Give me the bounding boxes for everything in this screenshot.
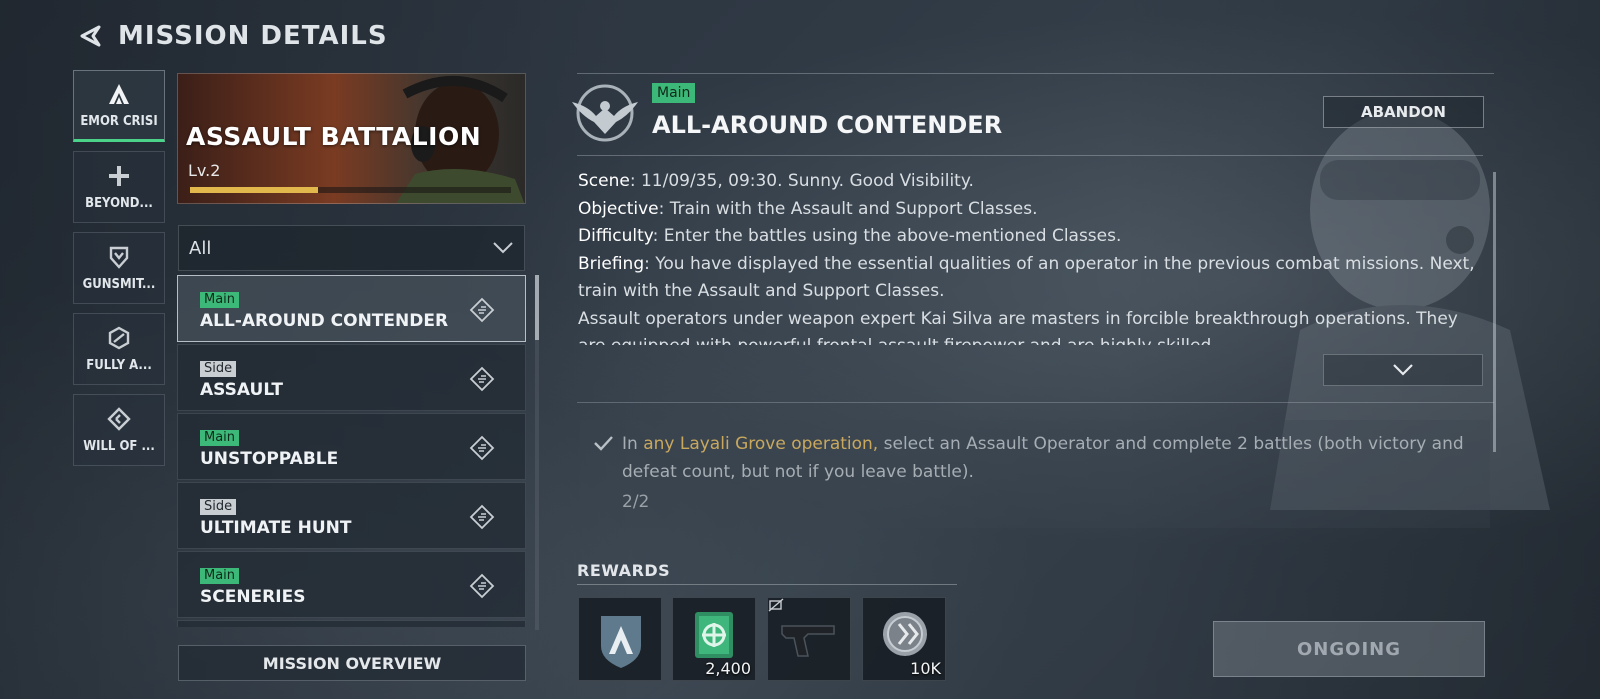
battalion-banner[interactable]: ASSAULT BATTALION Lv.2 bbox=[177, 73, 526, 204]
reward-item[interactable]: 10K bbox=[862, 597, 946, 681]
category-label: EMOR CRISI bbox=[80, 113, 158, 129]
back-arrow-icon bbox=[80, 25, 101, 47]
a-logo-icon bbox=[107, 82, 131, 106]
plus-icon bbox=[107, 164, 131, 188]
detail-mission-tag: Main bbox=[652, 83, 696, 103]
description-text: Assault operators under weapon expert Ka… bbox=[578, 308, 1458, 346]
scrollbar-thumb[interactable] bbox=[535, 275, 539, 340]
description-text: : 11/09/35, 09:30. Sunny. Good Visibilit… bbox=[629, 171, 974, 191]
category-label: FULLY A... bbox=[86, 357, 152, 373]
mission-list: Main ALL-AROUND CONTENDER Side ASSAULT M… bbox=[177, 275, 527, 627]
chevron-down-icon bbox=[493, 242, 513, 254]
objective-progress: 2/2 bbox=[622, 492, 650, 512]
reward-quantity: 10K bbox=[910, 659, 941, 678]
mission-type-icon bbox=[469, 366, 495, 392]
divider bbox=[577, 155, 1483, 156]
category-label: WILL OF ... bbox=[83, 438, 155, 454]
objective-location-link[interactable]: any Layali Grove operation, bbox=[643, 434, 878, 454]
category-label: BEYOND... bbox=[85, 195, 153, 211]
back-button[interactable] bbox=[76, 22, 104, 50]
battalion-level: Lv.2 bbox=[188, 161, 221, 180]
mission-item[interactable]: Main ALL-AROUND CONTENDER bbox=[177, 275, 526, 342]
divider bbox=[577, 584, 957, 585]
mission-item[interactable]: Side ULTIMATE HUNT bbox=[177, 482, 526, 549]
divider bbox=[577, 402, 1494, 403]
description-scrollbar[interactable] bbox=[1493, 172, 1496, 452]
hexagon-slash-icon bbox=[107, 326, 131, 350]
mission-filter-select[interactable]: All bbox=[178, 225, 525, 271]
ongoing-status-button[interactable]: ONGOING bbox=[1213, 621, 1485, 677]
mission-name: ULTIMATE HUNT bbox=[200, 518, 352, 538]
untradeable-flag-icon bbox=[768, 598, 784, 612]
reward-item[interactable]: 2,400 bbox=[672, 597, 756, 681]
description-text: : You have displayed the essential quali… bbox=[578, 253, 1475, 302]
abandon-button[interactable]: ABANDON bbox=[1323, 96, 1484, 128]
mission-name: UNSTOPPABLE bbox=[200, 449, 339, 469]
checkmark-icon bbox=[594, 436, 613, 451]
objective-text: In any Layali Grove operation, select an… bbox=[622, 430, 1472, 486]
mission-tag: Main bbox=[200, 568, 240, 584]
mission-type-icon bbox=[469, 504, 495, 530]
description-line: Scene: 11/09/35, 09:30. Sunny. Good Visi… bbox=[578, 168, 1478, 196]
mission-tag: Side bbox=[200, 361, 237, 377]
category-item-fully-armed[interactable]: FULLY A... bbox=[73, 313, 165, 385]
category-item-gunsmith[interactable]: GUNSMIT... bbox=[73, 232, 165, 304]
mission-type-icon bbox=[469, 435, 495, 461]
eagle-emblem-icon bbox=[572, 84, 638, 142]
mission-item[interactable]: Side ASSAULT bbox=[177, 344, 526, 411]
description-label: Briefing bbox=[578, 253, 645, 274]
filter-value: All bbox=[189, 237, 212, 259]
mission-objective: In any Layali Grove operation, select an… bbox=[580, 420, 1490, 528]
mission-type-icon bbox=[469, 573, 495, 599]
battalion-progress-bar bbox=[190, 187, 511, 193]
mission-description: Scene: 11/09/35, 09:30. Sunny. Good Visi… bbox=[578, 168, 1478, 345]
category-sidebar: EMOR CRISI BEYOND... GUNSMIT... FULLY A.… bbox=[73, 70, 165, 475]
battalion-badge-icon bbox=[601, 616, 641, 668]
mission-item[interactable]: Main SCENERIES bbox=[177, 551, 526, 618]
category-item-beyond[interactable]: BEYOND... bbox=[73, 151, 165, 223]
objective-prefix: In bbox=[622, 434, 644, 454]
battalion-title: ASSAULT BATTALION bbox=[186, 122, 482, 151]
category-item-emor-crisis[interactable]: EMOR CRISI bbox=[73, 70, 165, 142]
mission-name: ALL-AROUND CONTENDER bbox=[200, 311, 449, 331]
category-label: GUNSMIT... bbox=[82, 276, 156, 292]
header: MISSION DETAILS bbox=[76, 16, 388, 56]
page-title: MISSION DETAILS bbox=[118, 21, 388, 51]
mission-tag: Side bbox=[200, 499, 237, 515]
diamond-arrows-icon bbox=[107, 406, 131, 431]
mission-tag: Main bbox=[200, 292, 240, 308]
description-line: Difficulty: Enter the battles using the … bbox=[578, 223, 1478, 251]
description-line: Assault operators under weapon expert Ka… bbox=[578, 306, 1478, 346]
description-label: Scene bbox=[578, 171, 630, 191]
description-label: Objective bbox=[578, 198, 659, 219]
rewards-title: REWARDS bbox=[577, 561, 671, 580]
reward-item[interactable] bbox=[578, 597, 662, 681]
scrollbar-thumb[interactable] bbox=[1493, 172, 1496, 452]
chevron-down-icon bbox=[1393, 364, 1413, 376]
mission-item-partial[interactable] bbox=[177, 620, 526, 627]
battalion-progress-fill bbox=[190, 187, 319, 193]
category-item-will-of[interactable]: WILL OF ... bbox=[73, 394, 165, 466]
mission-item[interactable]: Main UNSTOPPABLE bbox=[177, 413, 526, 480]
description-line: Briefing: You have displayed the essenti… bbox=[578, 251, 1478, 306]
expand-description-button[interactable] bbox=[1323, 354, 1483, 386]
mission-tag: Main bbox=[200, 430, 240, 446]
mission-name: SCENERIES bbox=[200, 587, 306, 607]
reward-item[interactable] bbox=[767, 597, 851, 681]
mission-name: ASSAULT bbox=[200, 380, 283, 400]
detail-mission-title: ALL-AROUND CONTENDER bbox=[652, 111, 1003, 139]
description-text: : Enter the battles using the above-ment… bbox=[652, 226, 1122, 246]
mission-list-scrollbar[interactable] bbox=[535, 275, 539, 630]
description-text: : Train with the Assault and Support Cla… bbox=[658, 198, 1038, 219]
description-line: Objective: Train with the Assault and Su… bbox=[578, 196, 1478, 224]
divider bbox=[577, 73, 1494, 74]
reward-quantity: 2,400 bbox=[705, 659, 751, 678]
description-label: Difficulty bbox=[578, 226, 653, 246]
shield-chevron-icon bbox=[107, 245, 131, 269]
mission-overview-button[interactable]: MISSION OVERVIEW bbox=[178, 645, 526, 681]
mission-type-icon bbox=[469, 297, 495, 323]
